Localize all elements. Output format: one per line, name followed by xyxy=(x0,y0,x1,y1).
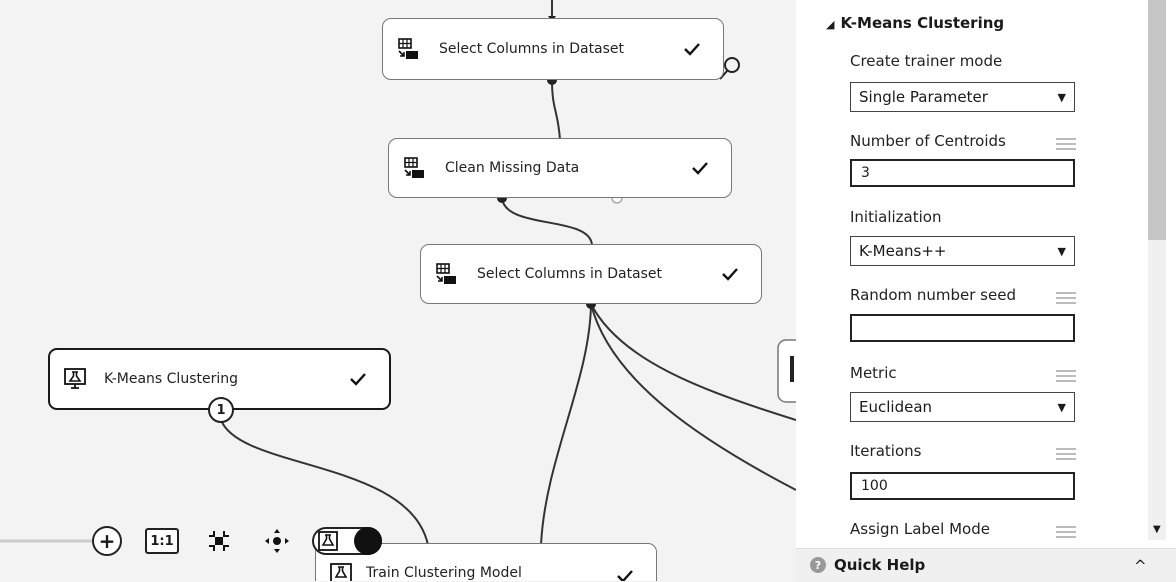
seed-input[interactable] xyxy=(850,314,1075,342)
scrollbar-thumb[interactable] xyxy=(1148,0,1166,240)
metric-label: Metric xyxy=(850,364,897,382)
dropdown-arrow-icon: ▼ xyxy=(1057,90,1066,104)
centroids-input[interactable]: 3 xyxy=(850,159,1075,187)
module-select-columns-2[interactable]: Select Columns in Dataset xyxy=(420,244,762,304)
collapse-triangle-icon: ◢ xyxy=(826,18,835,31)
parameter-menu-icon[interactable] xyxy=(1056,526,1076,538)
table-transform-icon xyxy=(404,157,424,178)
flask-icon xyxy=(318,531,338,551)
toggle-knob xyxy=(354,527,382,555)
module-select-columns-1[interactable]: Select Columns in Dataset xyxy=(382,18,724,80)
parameter-menu-icon[interactable] xyxy=(1056,292,1076,304)
parameter-menu-icon[interactable] xyxy=(1056,138,1076,150)
trainer-mode-label: Create trainer mode xyxy=(850,52,1003,70)
module-label: Select Columns in Dataset xyxy=(477,266,663,282)
wire-select2-right-a xyxy=(590,303,796,491)
select-value: K-Means++ xyxy=(859,242,947,260)
check-icon xyxy=(692,162,708,175)
metric-select[interactable]: Euclidean ▼ xyxy=(850,392,1075,422)
iterations-label: Iterations xyxy=(850,442,922,460)
table-transform-icon xyxy=(398,38,418,59)
module-label: Clean Missing Data xyxy=(445,160,580,176)
centroids-label: Number of Centroids xyxy=(850,132,1006,150)
flask-icon xyxy=(330,563,352,581)
actual-size-button[interactable]: 1:1 xyxy=(145,528,179,554)
quick-help-bar[interactable]: ? Quick Help ^ xyxy=(796,548,1176,582)
section-header[interactable]: ◢ K-Means Clustering xyxy=(826,14,1004,32)
parameter-menu-icon[interactable] xyxy=(1056,448,1076,460)
check-icon xyxy=(722,268,738,281)
section-title: K-Means Clustering xyxy=(840,14,1005,32)
parameter-menu-icon[interactable] xyxy=(1056,370,1076,382)
seed-label: Random number seed xyxy=(850,286,1016,304)
help-icon: ? xyxy=(810,557,826,573)
select-value: Euclidean xyxy=(859,398,933,416)
wire-select1-clean xyxy=(551,79,561,141)
table-transform-icon xyxy=(436,263,456,284)
experiment-canvas[interactable]: Select Columns in Dataset Clean Missing … xyxy=(0,0,796,581)
check-icon xyxy=(684,43,700,56)
check-icon xyxy=(350,373,366,386)
scroll-down-icon[interactable]: ▼ xyxy=(1153,524,1161,535)
zoom-in-button[interactable]: + xyxy=(92,526,122,556)
fit-to-screen-icon[interactable] xyxy=(206,528,232,554)
quick-help-label: Quick Help xyxy=(834,556,926,574)
wire-clean-select2 xyxy=(501,197,593,246)
initialization-label: Initialization xyxy=(850,208,942,226)
initialization-select[interactable]: K-Means++ ▼ xyxy=(850,236,1075,266)
pan-icon[interactable] xyxy=(264,528,290,554)
select-value: Single Parameter xyxy=(859,88,988,106)
check-icon xyxy=(617,570,633,581)
dropdown-arrow-icon: ▼ xyxy=(1057,244,1066,258)
wire-select2-train xyxy=(540,303,592,546)
module-label: K-Means Clustering xyxy=(104,371,238,387)
module-label: Train Clustering Model xyxy=(366,565,522,581)
module-label: Select Columns in Dataset xyxy=(439,41,625,57)
experiment-toggle[interactable] xyxy=(312,527,382,555)
module-clean-missing-data[interactable]: Clean Missing Data xyxy=(388,138,732,198)
dropdown-arrow-icon: ▼ xyxy=(1057,400,1066,414)
monitor-flask-icon xyxy=(64,368,86,389)
chevron-up-icon[interactable]: ^ xyxy=(1134,557,1147,575)
assign-label-mode-label: Assign Label Mode xyxy=(850,520,990,538)
output-port-badge[interactable]: 1 xyxy=(208,397,234,423)
trainer-mode-select[interactable]: Single Parameter ▼ xyxy=(850,82,1075,112)
iterations-input[interactable]: 100 xyxy=(850,472,1075,500)
